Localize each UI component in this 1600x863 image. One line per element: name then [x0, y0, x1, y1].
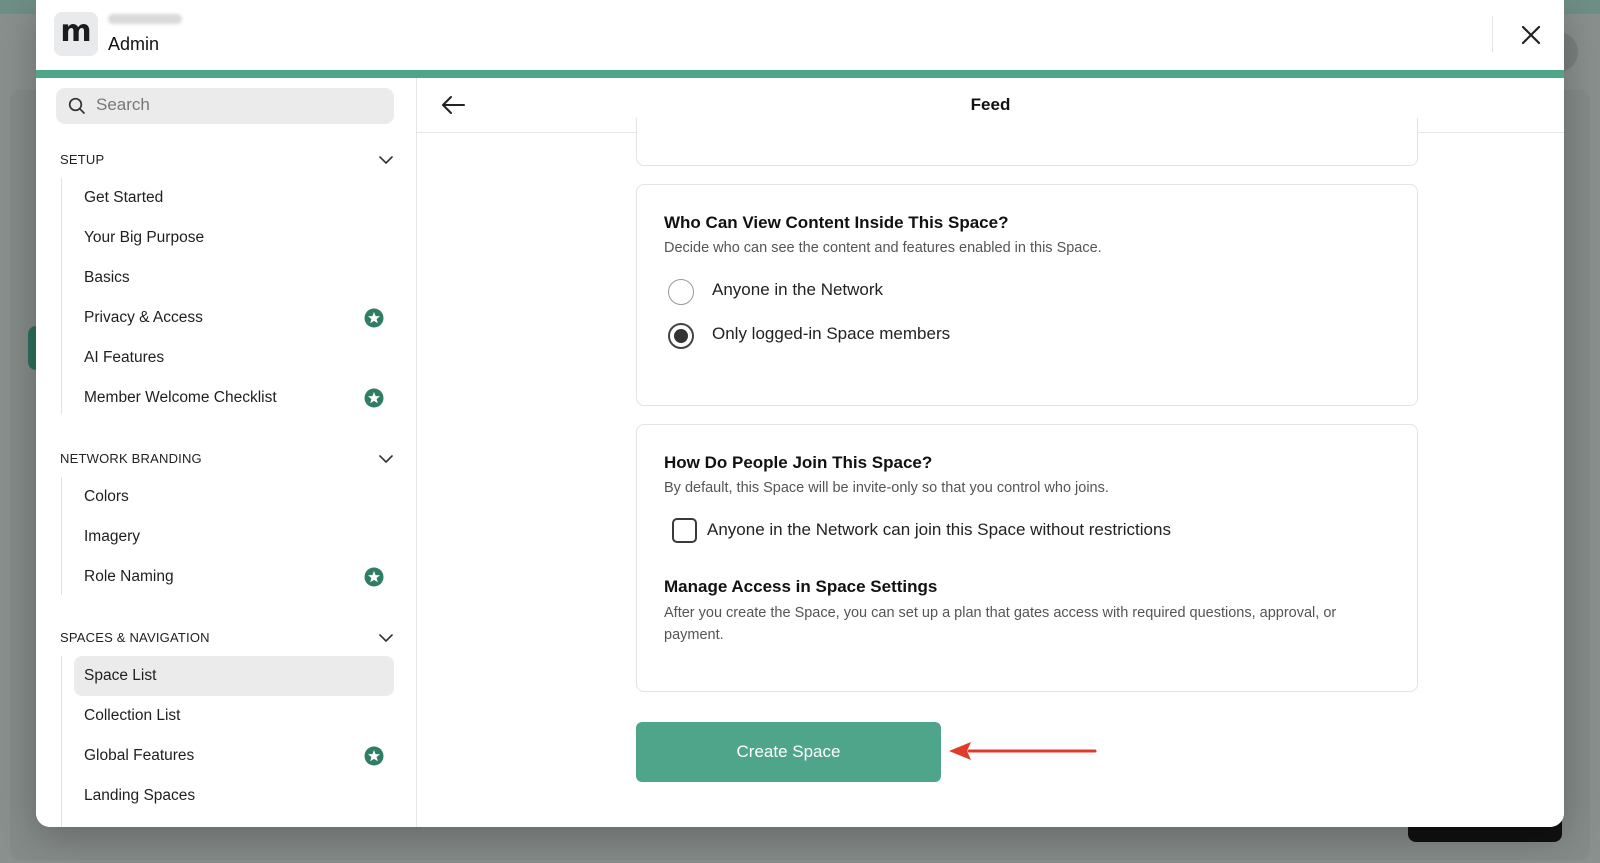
- star-badge-icon: [364, 308, 384, 328]
- sidebar-item-label: Space List: [84, 667, 157, 684]
- sidebar-item-label: Get Started: [84, 189, 164, 206]
- close-button[interactable]: [1516, 20, 1546, 50]
- checkbox-label: Anyone in the Network can join this Spac…: [707, 520, 1171, 539]
- radio-anyone-in-network[interactable]: [668, 279, 694, 305]
- sidebar-item-global-features[interactable]: Global Features: [74, 736, 394, 776]
- sidebar-item-label: Privacy & Access: [84, 309, 203, 326]
- star-badge-icon: [364, 388, 384, 408]
- sidebar-item-label: Colors: [84, 488, 129, 505]
- section-network-branding[interactable]: NETWORK BRANDING: [60, 447, 394, 471]
- card-description: Decide who can see the content and featu…: [664, 240, 1102, 256]
- section-title: SETUP: [60, 152, 105, 167]
- admin-modal: m Admin Search SETUP Get Started Your Bi…: [36, 0, 1564, 827]
- section-setup[interactable]: SETUP: [60, 148, 394, 172]
- sidebar-item-label: Your Big Purpose: [84, 229, 205, 246]
- create-space-button[interactable]: Create Space: [636, 722, 941, 782]
- card-title: Who Can View Content Inside This Space?: [664, 213, 1009, 232]
- section-rail: [61, 656, 62, 827]
- chevron-down-icon: [379, 455, 393, 463]
- open-join-checkbox[interactable]: [672, 518, 697, 543]
- sidebar-item-get-started[interactable]: Get Started: [74, 178, 394, 218]
- sidebar-item-imagery[interactable]: Imagery: [74, 517, 394, 557]
- search-placeholder: Search: [96, 95, 150, 114]
- section-spaces-navigation[interactable]: SPACES & NAVIGATION: [60, 626, 394, 650]
- sidebar-item-your-big-purpose[interactable]: Your Big Purpose: [74, 218, 394, 258]
- sidebar-item-basics[interactable]: Basics: [74, 258, 394, 298]
- header-divider: [1492, 16, 1493, 52]
- sidebar-item-label: Member Welcome Checklist: [84, 389, 277, 406]
- sidebar-item-ai-features[interactable]: AI Features: [74, 338, 394, 378]
- radio-label: Anyone in the Network: [712, 280, 884, 299]
- sidebar-item-label: Global Features: [84, 747, 195, 764]
- section-title: NETWORK BRANDING: [60, 451, 202, 466]
- search-input[interactable]: Search: [56, 88, 394, 124]
- sidebar-item-label: AI Features: [84, 349, 165, 366]
- section-title: SPACES & NAVIGATION: [60, 630, 210, 645]
- sidebar-item-privacy-access[interactable]: Privacy & Access: [74, 298, 394, 338]
- sidebar-item-label: Imagery: [84, 528, 140, 545]
- accent-bar: [36, 70, 1564, 78]
- sidebar-item-role-naming[interactable]: Role Naming: [74, 557, 394, 597]
- section-rail: [61, 477, 62, 595]
- close-icon: [1521, 25, 1541, 45]
- radio-only-space-members[interactable]: [668, 323, 694, 349]
- star-badge-icon: [364, 567, 384, 587]
- view-permissions-card: Who Can View Content Inside This Space? …: [636, 184, 1418, 406]
- join-settings-card: How Do People Join This Space? By defaul…: [636, 424, 1418, 692]
- card-title: How Do People Join This Space?: [664, 453, 933, 472]
- section-rail: [61, 178, 62, 414]
- manage-access-description: After you create the Space, you can set …: [664, 605, 1337, 643]
- previous-card: [636, 118, 1418, 166]
- modal-header: m Admin: [36, 0, 1564, 70]
- chevron-down-icon: [379, 634, 393, 642]
- main-panel: Feed Who Can View Content Inside This Sp…: [417, 78, 1564, 827]
- modal-title: Admin: [108, 34, 160, 54]
- search-icon: [68, 97, 85, 114]
- radio-label: Only logged-in Space members: [712, 324, 951, 343]
- chevron-down-icon: [379, 156, 393, 164]
- sidebar-item-space-list[interactable]: Space List: [74, 656, 394, 696]
- page-title: Feed: [970, 95, 1011, 114]
- sidebar-item-member-welcome-checklist[interactable]: Member Welcome Checklist: [74, 378, 394, 418]
- annotation-arrow-icon: [949, 742, 1097, 760]
- admin-sidebar: Search SETUP Get Started Your Big Purpos…: [36, 78, 417, 827]
- manage-access-title: Manage Access in Space Settings: [664, 577, 938, 596]
- sidebar-item-collection-list[interactable]: Collection List: [74, 696, 394, 736]
- sidebar-item-label: Basics: [84, 269, 130, 286]
- sidebar-item-landing-spaces[interactable]: Landing Spaces: [74, 776, 394, 816]
- sidebar-item-colors[interactable]: Colors: [74, 477, 394, 517]
- network-name-redacted: [108, 14, 182, 24]
- star-badge-icon: [364, 746, 384, 766]
- card-description: By default, this Space will be invite-on…: [664, 480, 1109, 496]
- sidebar-item-label: Collection List: [84, 707, 181, 724]
- network-logo: m: [54, 12, 98, 56]
- sidebar-item-label: Role Naming: [84, 568, 174, 585]
- sidebar-item-label: Landing Spaces: [84, 787, 196, 804]
